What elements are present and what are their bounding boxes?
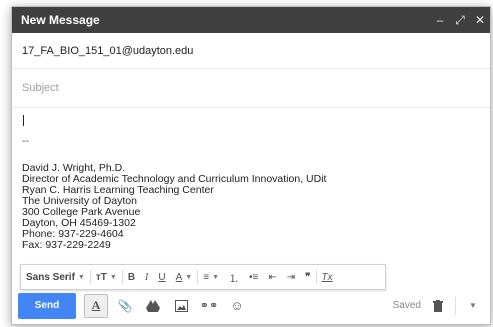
bold-button[interactable]: B <box>123 265 140 289</box>
formatting-options-button[interactable]: A <box>84 293 108 318</box>
paperclip-icon: 📎 <box>117 298 133 313</box>
trash-icon <box>433 299 443 312</box>
align-icon: ≡ <box>203 271 210 283</box>
clear-formatting-button[interactable]: Tx <box>317 265 338 289</box>
send-button[interactable]: Send <box>18 292 76 319</box>
drive-icon <box>146 299 160 312</box>
insert-photo-button[interactable] <box>170 295 192 317</box>
compose-title: New Message <box>21 13 100 27</box>
indent-more-button[interactable]: ⇥ <box>282 265 300 289</box>
numbered-list-icon: ⒈ <box>229 273 240 285</box>
signature-separator: -- <box>22 135 29 147</box>
text-size-icon: тT <box>95 271 107 283</box>
insert-emoji-button[interactable]: ☺ <box>226 295 248 317</box>
text-color-button[interactable]: A ▼ <box>171 265 198 289</box>
to-field[interactable]: 17_FA_BIO_151_01@udayton.edu <box>12 33 490 69</box>
smiley-icon: ☺ <box>230 298 244 313</box>
signature-line: Fax: 937-229-2249 <box>22 239 111 251</box>
minimize-icon[interactable]: – <box>430 13 450 27</box>
signature: David J. Wright, Ph.D. Director of Acade… <box>22 163 480 251</box>
chevron-down-icon: ▼ <box>185 273 193 281</box>
numbered-list-button[interactable]: ⒈ <box>224 265 244 289</box>
font-select[interactable]: Sans Serif ▼ <box>21 265 90 289</box>
compose-titlebar[interactable]: New Message – ⤢ ✕ <box>12 7 490 33</box>
font-size-button[interactable]: тT ▼ <box>91 265 122 289</box>
bold-icon: B <box>127 271 136 283</box>
bulleted-list-button[interactable]: •≡ <box>244 265 263 289</box>
text-cursor <box>23 115 24 126</box>
underline-button[interactable]: U <box>153 265 170 289</box>
insert-link-button[interactable]: ⚭⚭ <box>198 295 220 317</box>
text-color-icon: A <box>175 271 183 283</box>
chevron-down-icon: ▼ <box>469 301 477 310</box>
to-recipient[interactable]: 17_FA_BIO_151_01@udayton.edu <box>22 45 193 57</box>
bulleted-list-icon: •≡ <box>249 271 259 283</box>
align-button[interactable]: ≡ ▼ <box>198 265 224 289</box>
subject-field[interactable]: Subject <box>12 69 490 108</box>
italic-button[interactable]: I <box>140 265 153 289</box>
chevron-down-icon: ▼ <box>212 273 220 281</box>
indent-less-button[interactable]: ⇤ <box>263 265 281 289</box>
chevron-down-icon: ▼ <box>109 273 117 281</box>
chevron-down-icon: ▼ <box>77 273 85 281</box>
photo-icon <box>174 299 188 312</box>
saved-status: Saved <box>392 300 421 311</box>
underline-icon: U <box>158 271 166 283</box>
attach-files-button[interactable]: 📎 <box>114 295 136 317</box>
message-body[interactable]: -- David J. Wright, Ph.D. Director of Ac… <box>22 113 480 258</box>
compose-window: New Message – ⤢ ✕ 17_FA_BIO_151_01@udayt… <box>11 6 491 325</box>
format-text-icon: A <box>91 298 101 312</box>
discard-draft-button[interactable] <box>427 295 449 317</box>
link-icon: ⚭⚭ <box>199 300 219 312</box>
compose-bottom-bar: Send A 📎 ⚭⚭ ☺ Saved ▼ <box>12 287 490 324</box>
more-options-button[interactable]: ▼ <box>462 295 484 317</box>
toolbar-divider <box>455 296 456 315</box>
quote-button[interactable]: ❞ <box>300 265 315 289</box>
italic-icon: I <box>145 271 149 283</box>
font-label: Sans Serif <box>26 271 75 283</box>
insert-drive-button[interactable] <box>142 295 164 317</box>
subject-placeholder: Subject <box>22 82 59 94</box>
indent-more-icon: ⇥ <box>286 271 296 283</box>
indent-less-icon: ⇤ <box>268 271 277 283</box>
expand-icon[interactable]: ⤢ <box>450 13 470 28</box>
clear-formatting-icon: Tx <box>321 271 333 283</box>
quote-icon: ❞ <box>305 271 311 283</box>
close-icon[interactable]: ✕ <box>470 13 490 27</box>
